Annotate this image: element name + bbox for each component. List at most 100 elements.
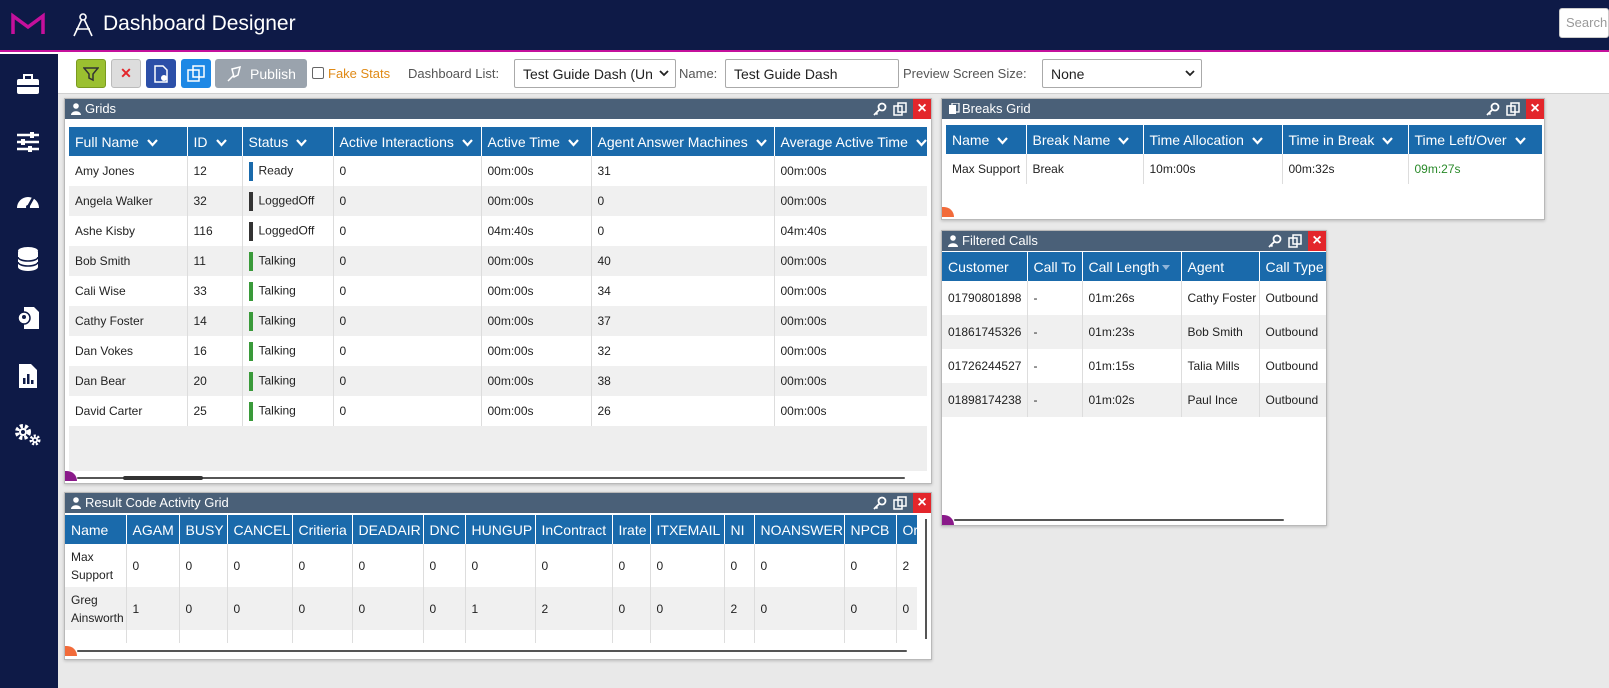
result-vertical-scrollbar[interactable] bbox=[925, 519, 927, 639]
key-icon[interactable] bbox=[873, 496, 887, 510]
table-row[interactable]: Totals10000012002002 bbox=[65, 630, 917, 643]
column-header[interactable]: BUSY bbox=[179, 515, 228, 544]
result-panel-header[interactable]: Result Code Activity Grid × bbox=[65, 493, 931, 513]
breaks-panel-header[interactable]: Breaks Grid × bbox=[942, 99, 1544, 119]
chevron-down-icon[interactable] bbox=[462, 139, 473, 147]
table-row[interactable]: Dan Bear 20 Talking 0 00m:00s 38 00m:00s bbox=[69, 366, 927, 396]
column-header[interactable]: HUNGUP bbox=[465, 515, 536, 544]
column-header[interactable]: Full Name bbox=[69, 127, 188, 156]
duplicate-icon[interactable] bbox=[1506, 102, 1520, 116]
column-header[interactable]: DEADAIR bbox=[352, 515, 424, 544]
table-row[interactable]: Bob Smith 11 Talking 0 00m:00s 40 00m:00s bbox=[69, 246, 927, 276]
column-header[interactable]: ID bbox=[187, 127, 243, 156]
key-icon[interactable] bbox=[1268, 234, 1282, 248]
column-header[interactable]: AGAM bbox=[126, 515, 180, 544]
copy-button[interactable] bbox=[181, 59, 211, 88]
filter-button[interactable] bbox=[76, 59, 106, 88]
table-row[interactable]: Ashe Kisby 116 LoggedOff 0 04m:40s 0 04m:40s bbox=[69, 216, 927, 246]
database-icon[interactable] bbox=[14, 245, 42, 273]
column-header[interactable]: Average Active Time bbox=[774, 127, 927, 156]
column-header[interactable]: Name bbox=[65, 515, 127, 544]
table-row[interactable]: David Carter 25 Talking 0 00m:00s 26 00m:00s bbox=[69, 396, 927, 426]
column-header[interactable]: Active Interactions bbox=[333, 127, 482, 156]
fake-stats-checkbox[interactable] bbox=[312, 67, 324, 79]
column-header[interactable]: DNC bbox=[423, 515, 466, 544]
table-row[interactable]: 01861745326-01m:23s Bob Smith Outbound bbox=[942, 315, 1326, 349]
sliders-icon[interactable] bbox=[14, 128, 42, 156]
table-row[interactable]: Dan Vokes 16 Talking 0 00m:00s 32 00m:00s bbox=[69, 336, 927, 366]
column-header[interactable]: Irate bbox=[612, 515, 651, 544]
table-row[interactable]: Max Support 0 0 0 0 0 0 0 0 0 0 0 0 0 2 bbox=[65, 544, 917, 587]
table-cell: 00m:00s bbox=[481, 276, 592, 306]
chevron-down-icon[interactable] bbox=[568, 139, 579, 147]
column-header[interactable]: NOANSWER bbox=[754, 515, 845, 544]
chevron-down-icon[interactable] bbox=[1382, 137, 1394, 145]
table-row[interactable]: Max Support Break 10m:00s 00m:32s 09m:27s bbox=[946, 154, 1542, 184]
column-header[interactable]: NI bbox=[724, 515, 755, 544]
chevron-down-icon[interactable] bbox=[1252, 137, 1263, 145]
column-header[interactable]: Time in Break bbox=[1282, 125, 1409, 154]
column-header[interactable]: Critieria bbox=[292, 515, 353, 544]
grids-scroll-thumb[interactable] bbox=[123, 476, 203, 480]
chevron-down-icon[interactable] bbox=[215, 139, 227, 147]
name-input[interactable]: Test Guide Dash bbox=[725, 59, 899, 88]
table-row[interactable]: Cali Wise 33 Talking 0 00m:00s 34 00m:00s bbox=[69, 276, 927, 306]
search-input[interactable]: Search bbox=[1559, 8, 1609, 38]
chevron-down-icon[interactable] bbox=[916, 139, 927, 147]
column-header[interactable]: Agent Answer Machines bbox=[591, 127, 775, 156]
duplicate-icon[interactable] bbox=[1288, 234, 1302, 248]
table-row[interactable]: Angela Walker 32 LoggedOff 0 00m:00s 0 00m:00s bbox=[69, 186, 927, 216]
table-cell: 16 bbox=[187, 336, 243, 366]
chevron-down-icon[interactable] bbox=[296, 139, 308, 147]
result-horizontal-scrollbar[interactable] bbox=[77, 650, 907, 652]
column-header[interactable]: Call To bbox=[1027, 252, 1083, 281]
column-header[interactable]: Status bbox=[242, 127, 334, 156]
grids-panel-header[interactable]: Grids × bbox=[65, 99, 931, 119]
column-header[interactable]: Ord bbox=[896, 515, 917, 544]
chevron-down-icon[interactable] bbox=[1514, 137, 1526, 145]
table-row[interactable]: 01898174238-01m:02s Paul Ince Outbound bbox=[942, 383, 1326, 417]
dashboard-list-select[interactable]: Test Guide Dash (Un bbox=[514, 59, 676, 88]
gauge-icon[interactable] bbox=[14, 187, 42, 215]
map-pin-document-icon[interactable] bbox=[14, 304, 42, 332]
close-panel-button[interactable]: × bbox=[913, 493, 931, 513]
column-header[interactable]: Call Type bbox=[1259, 252, 1326, 281]
column-header[interactable]: Time Left/Over bbox=[1408, 125, 1542, 154]
column-header[interactable]: Name bbox=[946, 125, 1027, 154]
chevron-down-icon[interactable] bbox=[755, 139, 767, 147]
new-document-button[interactable] bbox=[146, 59, 176, 88]
column-header[interactable]: Customer bbox=[942, 252, 1028, 281]
key-icon[interactable] bbox=[1486, 102, 1500, 116]
publish-button[interactable]: Publish bbox=[215, 59, 307, 88]
key-icon[interactable] bbox=[873, 102, 887, 116]
settings-icon[interactable] bbox=[14, 421, 42, 449]
table-row[interactable]: Cathy Foster 14 Talking 0 00m:00s 37 00m:00s bbox=[69, 306, 927, 336]
column-header[interactable]: Time Allocation bbox=[1143, 125, 1283, 154]
chevron-down-icon[interactable] bbox=[997, 137, 1009, 145]
column-header[interactable]: Active Time bbox=[481, 127, 592, 156]
preview-size-select[interactable]: None bbox=[1042, 59, 1202, 88]
duplicate-icon[interactable] bbox=[893, 102, 907, 116]
filtered-panel-header[interactable]: Filtered Calls × bbox=[942, 231, 1326, 251]
report-icon[interactable] bbox=[14, 362, 42, 390]
table-row[interactable]: Amy Jones 12 Ready 0 00m:00s 31 00m:00s bbox=[69, 156, 927, 186]
close-panel-button[interactable]: × bbox=[1308, 231, 1326, 251]
table-row[interactable]: 01790801898-01m:26s Cathy Foster Outbound bbox=[942, 281, 1326, 315]
column-header[interactable]: InContract bbox=[535, 515, 613, 544]
chevron-down-icon[interactable] bbox=[1118, 137, 1130, 145]
table-row[interactable]: 01726244527-01m:15s Talia Mills Outbound bbox=[942, 349, 1326, 383]
duplicate-icon[interactable] bbox=[893, 496, 907, 510]
table-row[interactable]: Greg Ainsworth 1 0 0 0 0 0 1 2 0 0 2 0 0 0 bbox=[65, 587, 917, 630]
briefcase-icon[interactable] bbox=[14, 70, 42, 98]
column-header[interactable]: ITXEMAIL bbox=[650, 515, 725, 544]
column-header[interactable]: NPCB bbox=[844, 515, 897, 544]
filtered-horizontal-scrollbar[interactable] bbox=[954, 519, 1284, 521]
clear-button[interactable]: ✕ bbox=[111, 59, 141, 88]
chevron-down-icon[interactable] bbox=[146, 139, 158, 147]
column-header[interactable]: CANCEL bbox=[227, 515, 293, 544]
column-header[interactable]: Call Length bbox=[1082, 252, 1182, 281]
close-panel-button[interactable]: × bbox=[913, 99, 931, 119]
close-panel-button[interactable]: × bbox=[1526, 99, 1544, 119]
column-header[interactable]: Break Name bbox=[1026, 125, 1144, 154]
column-header[interactable]: Agent bbox=[1181, 252, 1260, 281]
